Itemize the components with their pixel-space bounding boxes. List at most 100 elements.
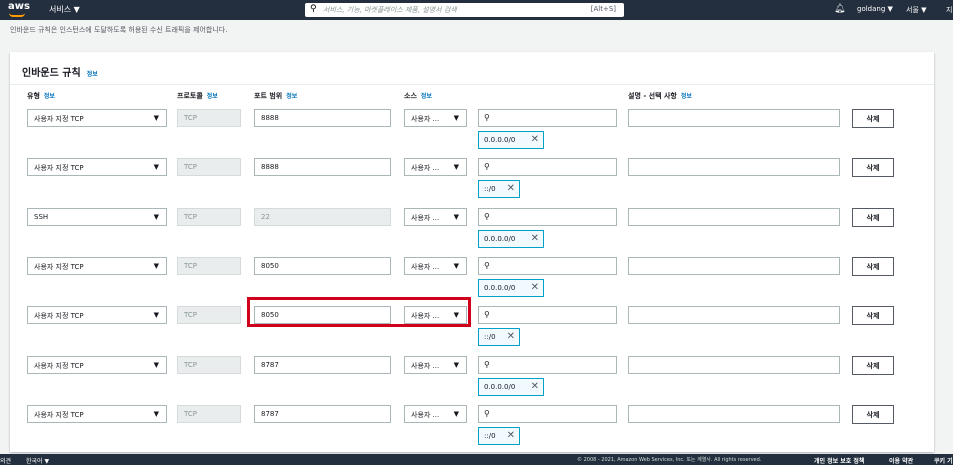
source-select[interactable]: 사용자 ... ▼ (404, 257, 467, 275)
close-icon[interactable]: ✕ (531, 134, 539, 145)
protocol-field: TCP (177, 158, 241, 176)
cidr-search-input[interactable]: ⚲ (478, 405, 617, 423)
cidr-search-input[interactable]: ⚲ (478, 356, 617, 374)
feedback-link[interactable]: 의견 (0, 456, 11, 465)
cidr-value: ::/0 (484, 432, 496, 440)
cidr-search-input[interactable]: ⚲ (478, 306, 617, 324)
info-link[interactable]: 정보 (681, 93, 692, 100)
info-link[interactable]: 정보 (207, 93, 218, 100)
close-icon[interactable]: ✕ (507, 183, 515, 194)
close-icon[interactable]: ✕ (507, 331, 515, 342)
description-input[interactable] (628, 257, 840, 275)
support-menu[interactable]: 지 (946, 5, 952, 15)
protocol-value: TCP (184, 311, 197, 319)
search-icon: ⚲ (484, 360, 490, 369)
source-select[interactable]: 사용자 ... ▼ (404, 109, 467, 127)
source-select[interactable]: 사용자 ... ▼ (404, 208, 467, 226)
terms-link[interactable]: 이용 약관 (889, 456, 913, 465)
close-icon[interactable]: ✕ (531, 282, 539, 293)
search-icon: ⚲ (484, 409, 490, 418)
delete-label: 삭제 (866, 411, 880, 419)
aws-logo[interactable]: aws (8, 1, 30, 12)
cidr-search-input[interactable]: ⚲ (478, 208, 617, 226)
port-range-input[interactable]: 22 (254, 208, 391, 226)
cidr-value: 0.0.0.0/0 (484, 136, 516, 144)
close-icon[interactable]: ✕ (531, 381, 539, 392)
port-range-input[interactable]: 8888 (254, 158, 391, 176)
protocol-value: TCP (184, 361, 197, 369)
services-menu[interactable]: 서비스 ▼ (49, 4, 80, 15)
privacy-link[interactable]: 개인 정보 보호 정책 (814, 456, 864, 465)
description-input[interactable] (628, 208, 840, 226)
caret-down-icon: ▼ (153, 410, 159, 418)
description-input[interactable] (628, 306, 840, 324)
search-shortcut: [Alt+S] (590, 5, 616, 13)
search-icon: ⚲ (484, 261, 490, 270)
bell-icon[interactable]: 🔔︎ (834, 4, 845, 14)
delete-button[interactable]: 삭제 (852, 405, 894, 424)
type-select[interactable]: 사용자 지정 TCP ▼ (27, 306, 167, 324)
column-header-protocol: 프로토콜 정보 (177, 92, 218, 100)
description-input[interactable] (628, 158, 840, 176)
aws-smile-icon (9, 13, 25, 17)
cidr-value: ::/0 (484, 333, 496, 341)
port-value: 8787 (261, 410, 279, 418)
info-link[interactable]: 정보 (87, 71, 98, 78)
cidr-search-input[interactable]: ⚲ (478, 109, 617, 127)
delete-label: 삭제 (866, 263, 880, 271)
type-select[interactable]: 사용자 지정 TCP ▼ (27, 257, 167, 275)
source-select[interactable]: 사용자 ... ▼ (404, 158, 467, 176)
search-icon: ⚲ (484, 310, 490, 319)
cidr-value: 0.0.0.0/0 (484, 235, 516, 243)
cookie-link[interactable]: 쿠키 기 (934, 456, 953, 465)
cidr-token: 0.0.0.0/0 ✕ (478, 279, 544, 297)
type-select[interactable]: 사용자 지정 TCP ▼ (27, 158, 167, 176)
type-select[interactable]: 사용자 지정 TCP ▼ (27, 405, 167, 423)
port-range-input[interactable]: 8888 (254, 109, 391, 127)
close-icon[interactable]: ✕ (507, 430, 515, 441)
cidr-search-input[interactable]: ⚲ (478, 158, 617, 176)
search-placeholder: 서비스, 기능, 마켓플레이스 제품, 설명서 검색 (323, 6, 457, 14)
description-input[interactable] (628, 405, 840, 423)
cidr-token: 0.0.0.0/0 ✕ (478, 131, 544, 149)
port-range-input[interactable]: 8050 (254, 257, 391, 275)
info-link[interactable]: 정보 (286, 93, 297, 100)
column-header-source: 소스 정보 (404, 92, 432, 100)
delete-button[interactable]: 삭제 (852, 257, 894, 276)
description-input[interactable] (628, 356, 840, 374)
delete-button[interactable]: 삭제 (852, 306, 894, 325)
type-select[interactable]: 사용자 지정 TCP ▼ (27, 356, 167, 374)
type-value: 사용자 지정 TCP (34, 362, 84, 370)
port-value: 22 (261, 213, 270, 221)
delete-button[interactable]: 삭제 (852, 158, 894, 177)
cidr-token: ::/0 ✕ (478, 328, 520, 346)
type-select[interactable]: SSH ▼ (27, 208, 167, 226)
cidr-search-input[interactable]: ⚲ (478, 257, 617, 275)
search-icon: ⚲ (484, 212, 490, 221)
source-select[interactable]: 사용자 ... ▼ (404, 356, 467, 374)
region-menu[interactable]: 서울 ▼ (906, 5, 927, 15)
page-description: 인바운드 규칙은 인스턴스에 도달하도록 허용된 수신 트래픽을 제어합니다. (10, 26, 228, 34)
port-value: 8050 (261, 262, 279, 270)
search-icon: ⚲ (484, 162, 490, 171)
description-input[interactable] (628, 109, 840, 127)
port-range-input[interactable]: 8787 (254, 356, 391, 374)
protocol-field: TCP (177, 356, 241, 374)
user-menu[interactable]: goldang ▼ (857, 5, 893, 13)
global-search[interactable]: ⚲ 서비스, 기능, 마켓플레이스 제품, 설명서 검색 [Alt+S] (305, 3, 624, 17)
delete-button[interactable]: 삭제 (852, 109, 894, 128)
panel-title: 인바운드 규칙 정보 (22, 64, 98, 79)
cidr-token: ::/0 ✕ (478, 427, 520, 445)
port-range-input[interactable]: 8787 (254, 405, 391, 423)
source-select[interactable]: 사용자 ... ▼ (404, 405, 467, 423)
caret-down-icon: ▼ (153, 262, 159, 270)
copyright-text: © 2008 - 2021, Amazon Web Services, Inc.… (577, 457, 762, 463)
close-icon[interactable]: ✕ (531, 233, 539, 244)
delete-button[interactable]: 삭제 (852, 208, 894, 227)
info-link[interactable]: 정보 (44, 93, 55, 100)
type-value: 사용자 지정 TCP (34, 312, 84, 320)
delete-button[interactable]: 삭제 (852, 356, 894, 375)
info-link[interactable]: 정보 (421, 93, 432, 100)
type-select[interactable]: 사용자 지정 TCP ▼ (27, 109, 167, 127)
language-selector[interactable]: 한국어 ▼ (26, 456, 49, 465)
